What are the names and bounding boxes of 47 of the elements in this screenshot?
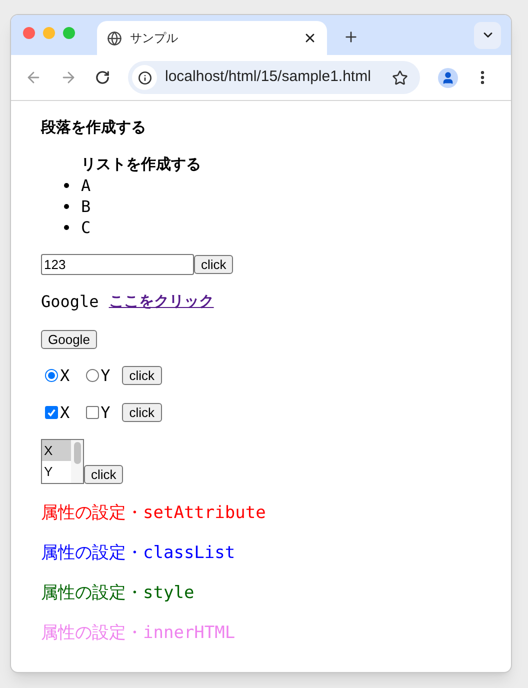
tab-search-button[interactable] <box>474 22 501 48</box>
paragraph: 段落を作成する <box>41 117 147 138</box>
reload-icon[interactable] <box>95 70 110 85</box>
radio-label: X <box>60 365 70 386</box>
colored-text: 属性の設定・innerHTML <box>41 623 236 644</box>
radio-button[interactable] <box>45 369 58 382</box>
bookmark-star-icon[interactable] <box>392 70 408 86</box>
bullet-icon <box>64 183 69 188</box>
bullet-icon <box>64 225 69 230</box>
click-button[interactable]: click <box>122 366 162 385</box>
label-text: Google <box>41 291 99 312</box>
checkbox-label: X <box>60 402 70 423</box>
close-tab-icon[interactable] <box>303 31 317 45</box>
address-bar[interactable]: localhost/html/15/sample1.html <box>128 61 420 94</box>
click-button[interactable]: click <box>194 255 234 274</box>
list-option[interactable]: X <box>42 440 71 461</box>
click-button[interactable]: click <box>84 465 124 484</box>
radio-label: Y <box>100 365 110 386</box>
list-box[interactable]: X Y <box>41 439 84 484</box>
list-item: A <box>81 175 91 196</box>
checkbox[interactable] <box>86 406 99 419</box>
back-icon[interactable] <box>25 69 42 86</box>
list-item: B <box>81 196 91 217</box>
checkbox-label: Y <box>100 402 110 423</box>
browser-tab[interactable]: サンプル <box>97 21 327 55</box>
checkbox[interactable] <box>45 406 58 419</box>
colored-text: 属性の設定・setAttribute <box>41 503 267 524</box>
new-tab-icon[interactable] <box>343 29 359 45</box>
list-title: リストを作成する <box>81 154 202 175</box>
link[interactable]: ここをクリック <box>108 291 214 312</box>
list-option[interactable]: Y <box>42 461 71 482</box>
tab-title: サンプル <box>130 30 179 47</box>
google-button[interactable]: Google <box>41 330 97 349</box>
scrollbar[interactable] <box>71 440 83 483</box>
profile-icon[interactable] <box>438 68 458 88</box>
colored-text: 属性の設定・style <box>41 583 196 604</box>
click-button[interactable]: click <box>122 403 162 422</box>
text-input[interactable]: 123 <box>41 254 194 275</box>
forward-icon[interactable] <box>60 69 77 86</box>
info-icon[interactable] <box>138 70 152 84</box>
globe-icon <box>107 30 122 46</box>
bullet-icon <box>64 204 69 209</box>
radio-button[interactable] <box>86 369 99 382</box>
url-text: localhost/html/15/sample1.html <box>165 67 372 88</box>
list-item: C <box>81 217 91 238</box>
close-window-icon[interactable] <box>23 27 35 39</box>
colored-text: 属性の設定・classList <box>41 543 236 564</box>
